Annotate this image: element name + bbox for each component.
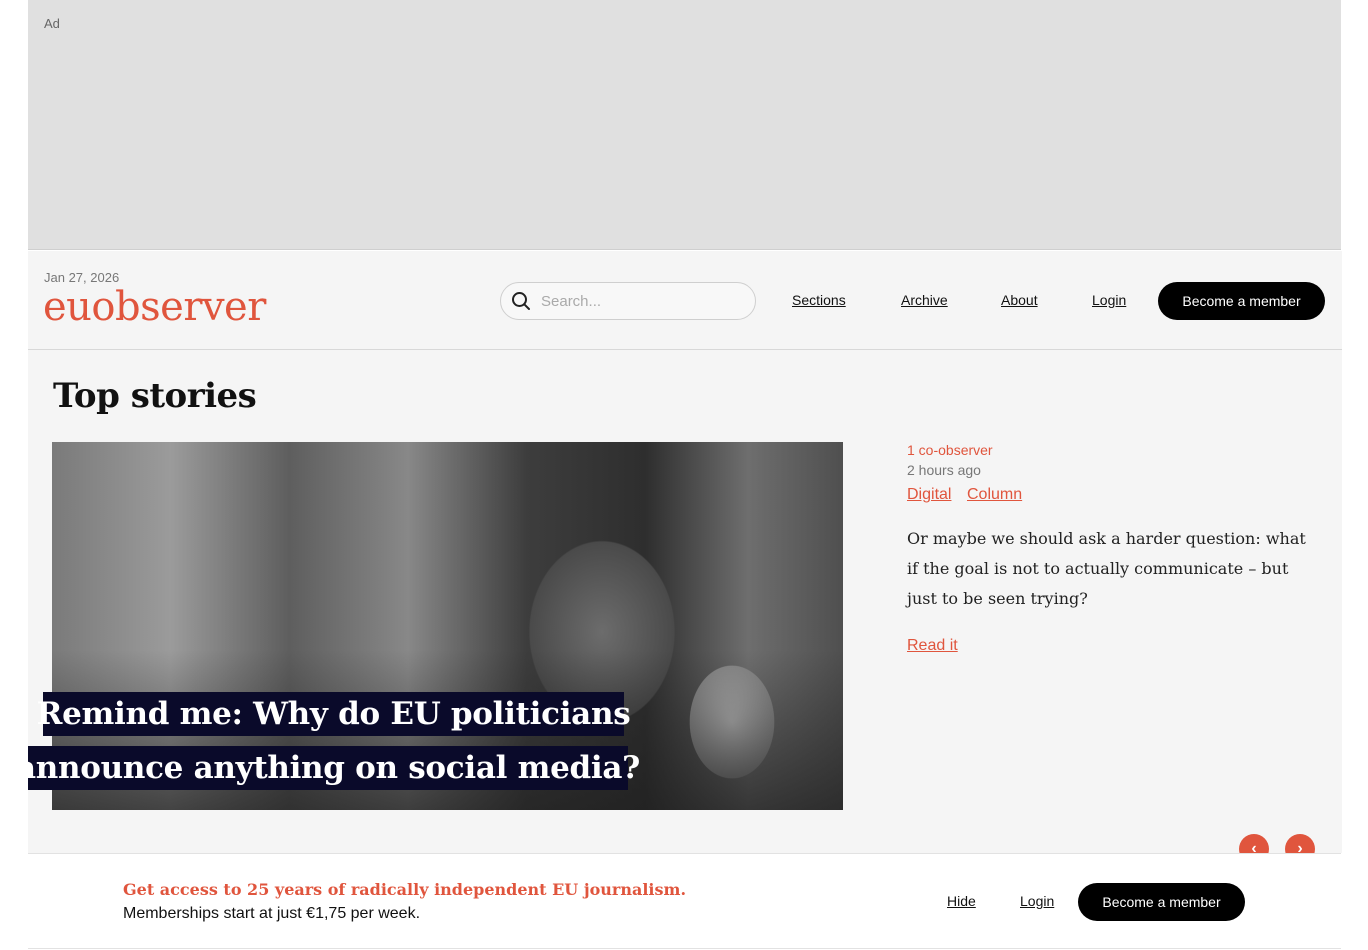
banner-login-link[interactable]: Login <box>1020 893 1054 909</box>
tag-digital[interactable]: Digital <box>907 486 951 504</box>
nav-archive[interactable]: Archive <box>901 292 948 308</box>
become-member-button[interactable]: Become a member <box>1158 282 1325 320</box>
hide-banner-link[interactable]: Hide <box>947 893 976 909</box>
nav-about[interactable]: About <box>1001 292 1038 308</box>
story-timestamp: 2 hours ago <box>907 462 981 478</box>
headline-line-2[interactable]: announce anything on social media? <box>16 746 640 790</box>
site-header: Jan 27, 2026 euobserver Sections Archive… <box>28 251 1342 350</box>
headline-line-1[interactable]: Remind me: Why do EU politicians <box>37 692 631 736</box>
ad-label: Ad <box>44 16 60 31</box>
top-stories-section: Top stories Remind me: Why do EU politic… <box>16 350 1342 864</box>
site-logo[interactable]: euobserver <box>43 284 266 330</box>
banner-subtitle: Memberships start at just €1,75 per week… <box>123 905 421 922</box>
search-input[interactable] <box>541 292 741 310</box>
story-author[interactable]: 1 co-observer <box>907 442 993 458</box>
tag-column[interactable]: Column <box>967 486 1022 504</box>
banner-title: Get access to 25 years of radically inde… <box>123 880 687 899</box>
current-date: Jan 27, 2026 <box>44 270 120 285</box>
read-it-link[interactable]: Read it <box>907 637 958 655</box>
ad-slot: Ad <box>28 0 1341 250</box>
search-icon[interactable] <box>501 282 541 320</box>
story-summary: Or maybe we should ask a harder question… <box>907 529 1306 608</box>
banner-become-member-button[interactable]: Become a member <box>1078 883 1245 921</box>
membership-banner: Get access to 25 years of radically inde… <box>28 853 1341 949</box>
search-box[interactable] <box>500 282 756 320</box>
nav-sections[interactable]: Sections <box>792 292 846 308</box>
section-title: Top stories <box>53 376 257 416</box>
nav-login[interactable]: Login <box>1092 292 1126 308</box>
